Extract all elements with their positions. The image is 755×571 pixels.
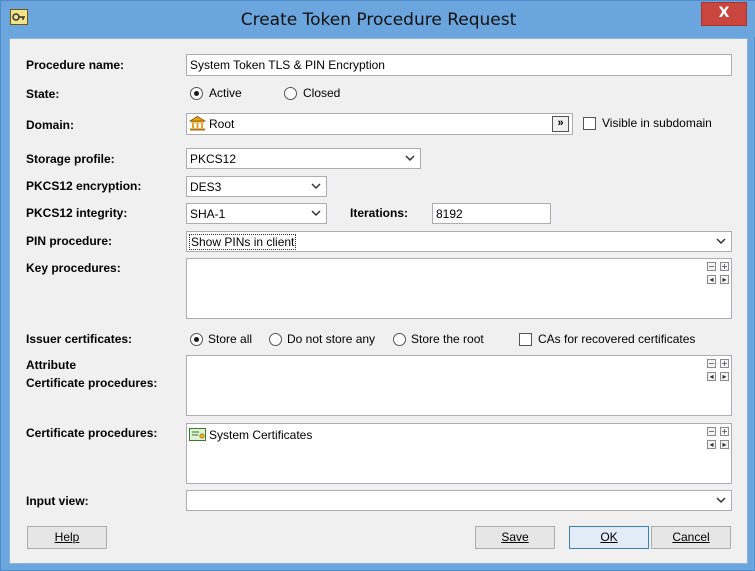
domain-field[interactable]: Root » [186, 113, 573, 135]
input-view-select[interactable] [186, 490, 732, 511]
issuer-store-root-radio[interactable] [393, 333, 406, 346]
dialog-window: Create Token Procedure Request X Procedu… [0, 0, 755, 571]
help-button-label: Help [54, 530, 80, 544]
issuer-store-none-label: Do not store any [287, 332, 376, 346]
cas-recovered-label: CAs for recovered certificates [538, 332, 696, 346]
attribute-label-line2: Certificate procedures: [26, 376, 158, 390]
ok-button[interactable]: OK [569, 526, 649, 549]
remove-icon[interactable]: − [707, 359, 716, 368]
pin-procedure-label: PIN procedure: [26, 234, 113, 248]
certificate-procedures-label: Certificate procedures: [26, 426, 158, 440]
pkcs12-encryption-select[interactable]: DES3 [186, 176, 327, 197]
ok-button-label: OK [600, 530, 618, 544]
issuer-certificates-label: Issuer certificates: [26, 332, 133, 346]
certificate-procedures-list[interactable]: System Certificates − + ◂ ▸ [186, 423, 732, 484]
state-closed-label: Closed [303, 86, 341, 100]
storage-profile-value: PKCS12 [190, 152, 237, 166]
move-left-icon[interactable]: ◂ [707, 440, 716, 449]
key-procedures-list[interactable]: − + ◂ ▸ [186, 258, 732, 319]
input-view-label: Input view: [26, 494, 89, 508]
pin-procedure-select[interactable]: Show PINs in client [186, 231, 732, 252]
help-button[interactable]: Help [27, 526, 107, 549]
close-button[interactable]: X [701, 2, 747, 26]
issuer-store-root-label: Store the root [411, 332, 484, 346]
save-button[interactable]: Save [475, 526, 555, 549]
list-item-label: System Certificates [209, 428, 313, 442]
remove-icon[interactable]: − [707, 262, 716, 271]
pkcs12-integrity-label: PKCS12 integrity: [26, 206, 128, 220]
pin-procedure-value: Show PINs in client [188, 234, 297, 250]
chevron-down-icon [405, 155, 415, 162]
cancel-button[interactable]: Cancel [651, 526, 731, 549]
bank-building-icon [189, 116, 206, 131]
visible-in-subdomain-checkbox[interactable] [583, 117, 596, 130]
cancel-button-label: Cancel [672, 530, 710, 544]
pkcs12-encryption-label: PKCS12 encryption: [26, 179, 142, 193]
storage-profile-select[interactable]: PKCS12 [186, 148, 421, 169]
procedure-name-field[interactable]: System Token TLS & PIN Encryption [186, 54, 732, 76]
issuer-store-none-radio[interactable] [269, 333, 282, 346]
move-right-icon[interactable]: ▸ [720, 440, 729, 449]
remove-icon[interactable]: − [707, 427, 716, 436]
iterations-label: Iterations: [350, 206, 409, 220]
cas-recovered-checkbox[interactable] [519, 333, 532, 346]
key-procedures-label: Key procedures: [26, 261, 121, 275]
domain-value: Root [209, 117, 235, 131]
storage-profile-label: Storage profile: [26, 152, 115, 166]
dialog-body: Procedure name: System Token TLS & PIN E… [9, 38, 748, 564]
iterations-field[interactable]: 8192 [432, 203, 551, 224]
domain-browse-button[interactable]: » [552, 116, 569, 132]
pkcs12-integrity-value: SHA-1 [190, 207, 226, 221]
attribute-certificate-procedures-list[interactable]: − + ◂ ▸ [186, 355, 732, 416]
window-title: Create Token Procedure Request [240, 10, 517, 30]
add-icon[interactable]: + [720, 262, 729, 271]
state-label: State: [26, 87, 60, 101]
move-right-icon[interactable]: ▸ [720, 275, 729, 284]
move-right-icon[interactable]: ▸ [720, 372, 729, 381]
chevron-down-icon [311, 210, 321, 217]
state-active-radio[interactable] [190, 87, 203, 100]
add-icon[interactable]: + [720, 427, 729, 436]
state-active-label: Active [209, 86, 242, 100]
move-left-icon[interactable]: ◂ [707, 275, 716, 284]
domain-label: Domain: [26, 118, 74, 132]
certificate-icon [189, 428, 206, 441]
chevron-down-icon [311, 183, 321, 190]
issuer-store-all-radio[interactable] [190, 333, 203, 346]
procedure-name-label: Procedure name: [26, 58, 125, 72]
save-button-label: Save [501, 530, 529, 544]
state-closed-radio[interactable] [284, 87, 297, 100]
chevron-down-icon [716, 238, 726, 245]
visible-in-subdomain-label: Visible in subdomain [602, 116, 712, 130]
pkcs12-encryption-value: DES3 [190, 180, 222, 194]
attribute-label-line1: Attribute [26, 358, 76, 372]
issuer-store-all-label: Store all [208, 332, 253, 346]
pkcs12-integrity-select[interactable]: SHA-1 [186, 203, 327, 224]
title-bar[interactable]: Create Token Procedure Request X [1, 1, 755, 37]
chevron-down-icon [716, 497, 726, 504]
move-left-icon[interactable]: ◂ [707, 372, 716, 381]
add-icon[interactable]: + [720, 359, 729, 368]
